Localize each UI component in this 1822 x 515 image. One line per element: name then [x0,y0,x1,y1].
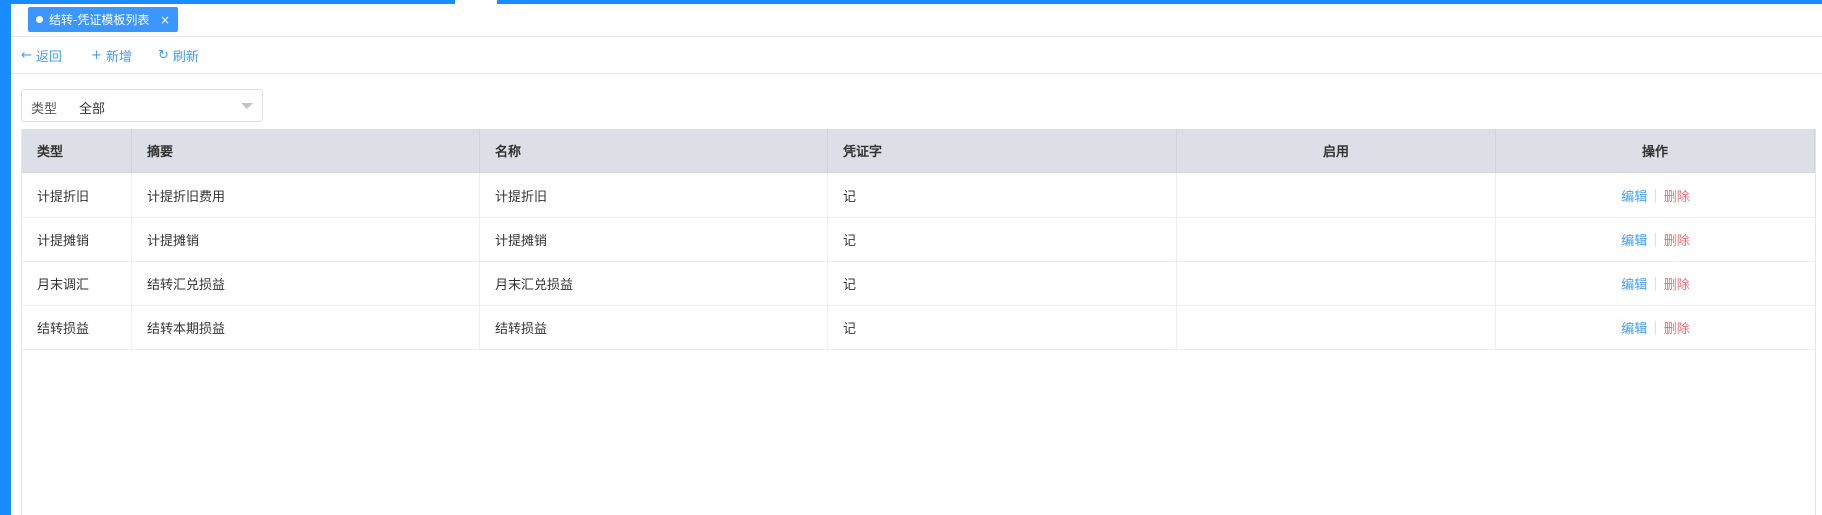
tab-title: 结转-凭证模板列表 [49,13,150,27]
cell-name: 计提折旧 [480,173,828,217]
table-row: 结转损益 结转本期损益 结转损益 记 编辑 | 删除 [22,305,1815,350]
cell-enabled [1177,173,1496,217]
cell-enabled [1177,305,1496,349]
cell-voucher: 记 [828,217,1177,261]
type-filter-label: 类型 [31,102,58,117]
table-header: 类型 摘要 名称 凭证字 启用 操作 [22,129,1815,173]
cell-voucher: 记 [828,305,1177,349]
cell-summary: 结转本期损益 [132,305,480,349]
action-separator: | [1653,187,1658,203]
back-button[interactable]: ← 返回 [21,37,62,73]
cell-actions: 编辑 | 删除 [1496,217,1815,261]
refresh-button[interactable]: ↻ 刷新 [158,37,199,73]
cell-type: 计提摊销 [22,217,132,261]
add-button[interactable]: + 新增 [91,37,132,73]
active-dot-icon [36,16,43,23]
tab-voucher-template-list[interactable]: 结转-凭证模板列表 × [28,7,178,32]
cell-name: 计提摊销 [480,217,828,261]
tab-bar: 结转-凭证模板列表 × [11,4,1822,37]
edit-button[interactable]: 编辑 [1621,230,1647,249]
column-header-voucher[interactable]: 凭证字 [828,129,1177,172]
cell-type: 月末调汇 [22,261,132,305]
refresh-icon: ↻ [158,47,169,63]
plus-icon: + [91,47,102,63]
table-row: 计提摊销 计提摊销 计提摊销 记 编辑 | 删除 [22,217,1815,262]
column-header-type[interactable]: 类型 [22,129,132,172]
table-row: 计提折旧 计提折旧费用 计提折旧 记 编辑 | 删除 [22,173,1815,218]
cell-name: 结转损益 [480,305,828,349]
cell-summary: 计提折旧费用 [132,173,480,217]
delete-button[interactable]: 删除 [1664,230,1690,249]
cell-voucher: 记 [828,261,1177,305]
column-header-actions[interactable]: 操作 [1496,129,1815,172]
cell-actions: 编辑 | 删除 [1496,305,1815,349]
add-label: 新增 [105,49,132,65]
close-icon[interactable]: × [154,13,170,27]
cell-name: 月末汇兑损益 [480,261,828,305]
edit-button[interactable]: 编辑 [1621,274,1647,293]
cell-enabled [1177,261,1496,305]
cell-enabled [1177,217,1496,261]
left-accent-bar [0,0,11,515]
cell-voucher: 记 [828,173,1177,217]
back-label: 返回 [35,49,62,65]
cell-actions: 编辑 | 删除 [1496,261,1815,305]
column-header-name[interactable]: 名称 [480,129,828,172]
edit-button[interactable]: 编辑 [1621,318,1647,337]
type-filter-value: 全部 [79,102,106,117]
cell-summary: 计提摊销 [132,217,480,261]
arrow-left-icon: ← [21,47,32,63]
table-row: 月末调汇 结转汇兑损益 月末汇兑损益 记 编辑 | 删除 [22,261,1815,306]
delete-button[interactable]: 删除 [1664,274,1690,293]
refresh-label: 刷新 [172,49,199,65]
cell-actions: 编辑 | 删除 [1496,173,1815,217]
toolbar: ← 返回 + 新增 ↻ 刷新 [11,37,1822,74]
delete-button[interactable]: 删除 [1664,186,1690,205]
column-header-summary[interactable]: 摘要 [132,129,480,172]
action-separator: | [1653,275,1658,291]
voucher-template-table: 类型 摘要 名称 凭证字 启用 操作 计提折旧 计提折旧费用 计提折旧 记 编辑… [21,129,1816,515]
column-header-enabled[interactable]: 启用 [1177,129,1496,172]
cell-type: 结转损益 [22,305,132,349]
caret-down-icon [241,103,253,109]
action-separator: | [1653,231,1658,247]
edit-button[interactable]: 编辑 [1621,186,1647,205]
type-filter-select[interactable]: 类型 全部 [21,89,263,122]
action-separator: | [1653,319,1658,335]
cell-type: 计提折旧 [22,173,132,217]
delete-button[interactable]: 删除 [1664,318,1690,337]
cell-summary: 结转汇兑损益 [132,261,480,305]
